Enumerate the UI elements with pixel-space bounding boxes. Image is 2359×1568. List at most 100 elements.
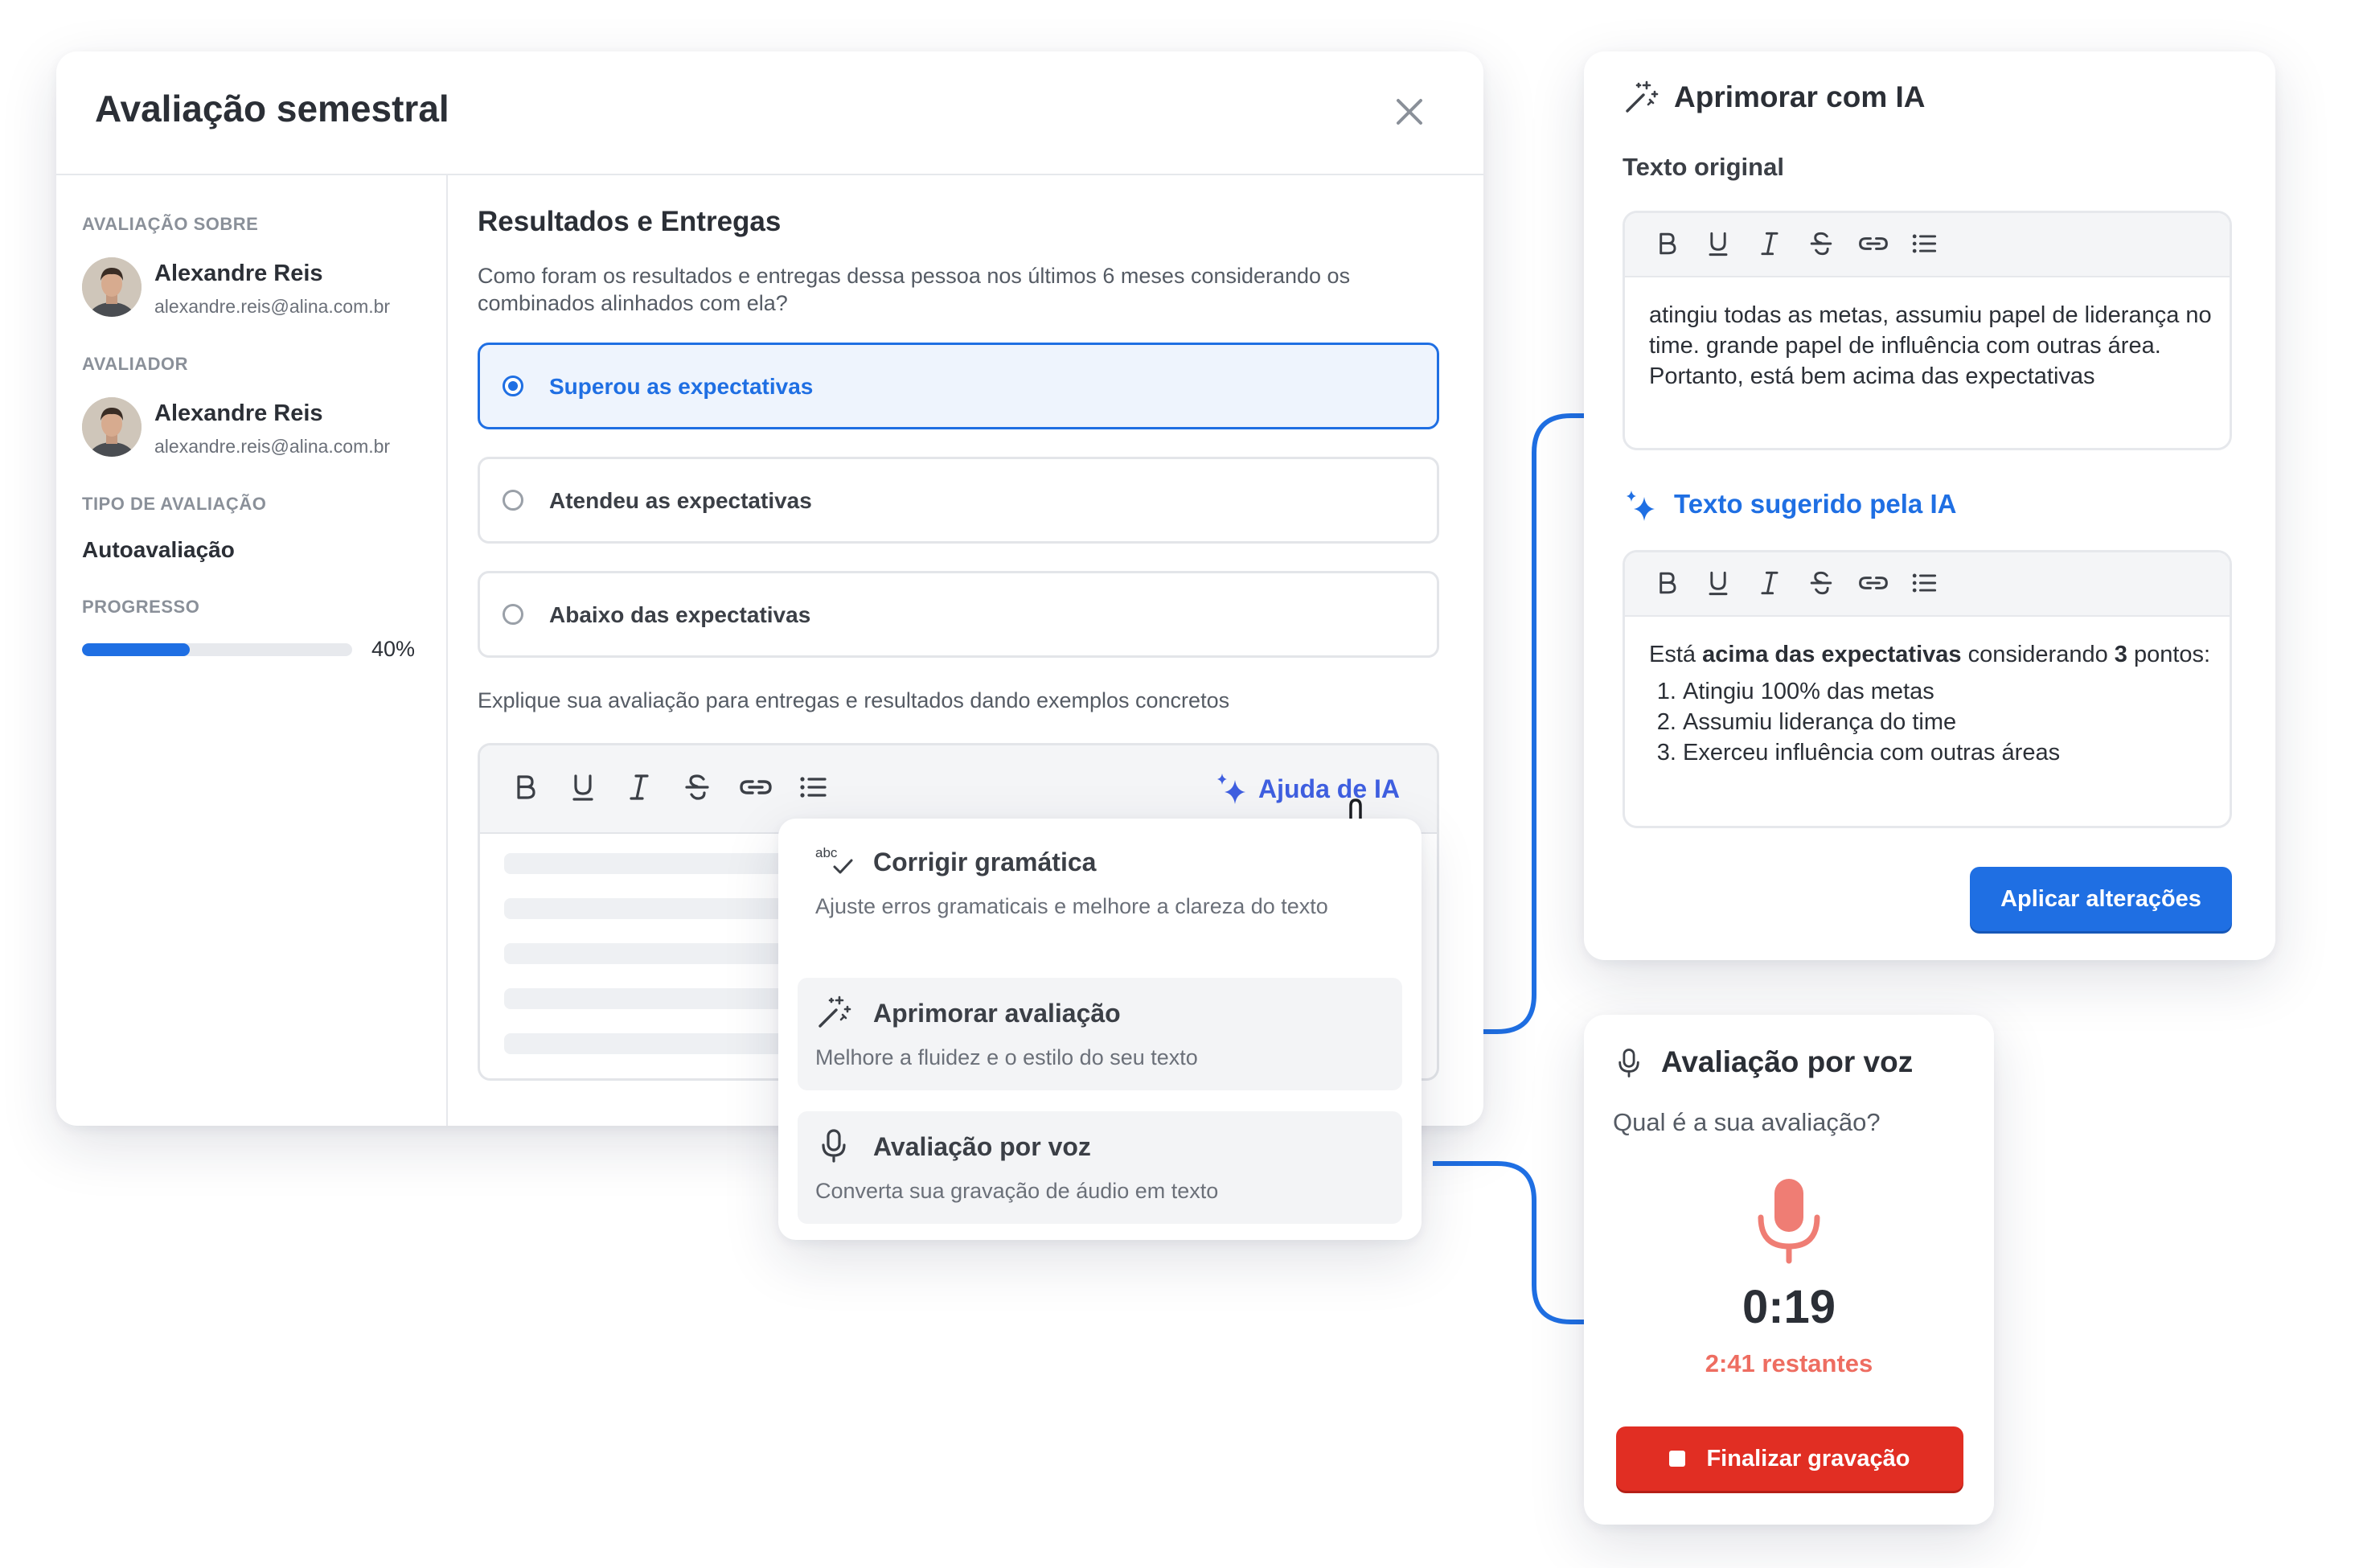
link-icon[interactable] — [1855, 228, 1892, 260]
bold-icon[interactable] — [1651, 228, 1683, 260]
suggested-text: Está acima das expectativas considerando… — [1649, 639, 2212, 768]
suggested-text-editor[interactable]: Está acima das expectativas considerando… — [1623, 550, 2232, 828]
magic-wand-icon — [815, 994, 852, 1031]
ai-improve-card: Aprimorar com IA Texto original atingiu … — [1584, 51, 2275, 960]
type-label: TIPO DE AVALIAÇÃO — [82, 494, 267, 514]
bold-icon[interactable] — [1651, 567, 1683, 599]
editor-toolbar — [1625, 213, 2230, 277]
list-item: Exerceu influência com outras áreas — [1683, 737, 2212, 768]
evaluated-email: alexandre.reis@alina.com.br — [154, 296, 391, 317]
original-text-label: Texto original — [1623, 153, 1784, 181]
skeleton-line — [504, 898, 794, 919]
option-exceeded[interactable]: Superou as expectativas — [478, 343, 1439, 429]
apply-changes-button[interactable]: Aplicar alterações — [1970, 867, 2232, 931]
stop-icon — [1669, 1451, 1686, 1467]
question-title: Resultados e Entregas — [478, 206, 782, 237]
microphone-icon — [1753, 1177, 1825, 1266]
menu-item-title: Aprimorar avaliação — [873, 999, 1121, 1028]
suggested-text-bold: acima das expectativas — [1702, 642, 1962, 667]
microphone-icon — [815, 1127, 852, 1164]
menu-item-subtitle: Converta sua gravação de áudio em texto — [815, 1179, 1219, 1203]
recording-remaining: 2:41 restantes — [1705, 1349, 1873, 1377]
evaluator-label: AVALIADOR — [82, 354, 189, 374]
menu-item-title: Avaliação por voz — [873, 1132, 1091, 1161]
option-met[interactable]: Atendeu as expectativas — [478, 457, 1439, 544]
evaluated-label: AVALIAÇÃO SOBRE — [82, 214, 259, 234]
voice-question: Qual é a sua avaliação? — [1613, 1108, 1881, 1136]
underline-icon[interactable] — [1702, 228, 1734, 260]
italic-icon[interactable] — [1754, 567, 1786, 599]
strikethrough-icon[interactable] — [1805, 567, 1837, 599]
radio-button[interactable] — [503, 490, 523, 511]
option-label: Abaixo das expectativas — [549, 602, 811, 627]
radio-button[interactable] — [503, 376, 523, 396]
menu-item-correct-grammar[interactable]: abc Corrigir gramática Ajuste erros gram… — [798, 827, 1402, 939]
suggested-text-bold: 3 — [2114, 642, 2127, 667]
option-label: Atendeu as expectativas — [549, 488, 812, 513]
skeleton-line — [504, 1033, 794, 1054]
bullet-list-icon[interactable] — [795, 770, 831, 805]
evaluator-name: Alexandre Reis — [154, 400, 323, 426]
question-description: Como foram os resultados e entregas dess… — [478, 264, 1351, 315]
original-text-editor[interactable]: atingiu todas as metas, assumiu papel de… — [1623, 211, 2232, 450]
underline-icon[interactable] — [1702, 567, 1734, 599]
evaluated-name: Alexandre Reis — [154, 261, 323, 286]
skeleton-line — [504, 853, 794, 874]
header-divider — [56, 174, 1483, 175]
ai-help-menu: abc Corrigir gramática Ajuste erros gram… — [778, 819, 1422, 1240]
editor-toolbar — [1625, 552, 2230, 617]
modal-title: Avaliação semestral — [95, 88, 449, 129]
original-text: atingiu todas as metas, assumiu papel de… — [1649, 302, 2212, 389]
italic-icon[interactable] — [1754, 228, 1786, 260]
link-icon[interactable] — [736, 770, 776, 805]
menu-item-voice-evaluation[interactable]: Avaliação por voz Converta sua gravação … — [798, 1111, 1402, 1224]
stop-recording-button[interactable]: Finalizar gravação — [1616, 1426, 1963, 1491]
progress-bar — [82, 643, 352, 656]
sidebar-divider — [446, 174, 448, 1126]
recording-timer: 0:19 — [1742, 1281, 1836, 1333]
suggested-text-part: pontos: — [2127, 642, 2211, 667]
progress-percent: 40% — [371, 637, 416, 661]
suggested-text-part: considerando — [1961, 642, 2115, 667]
stop-recording-label: Finalizar gravação — [1706, 1445, 1910, 1472]
suggested-text-label: Texto sugerido pela IA — [1674, 489, 1957, 519]
progress-fill — [82, 643, 191, 656]
sparkle-icon — [1213, 770, 1250, 807]
menu-item-improve-evaluation[interactable]: Aprimorar avaliação Melhore a fluidez e … — [798, 978, 1402, 1090]
avatar — [82, 397, 142, 457]
suggested-points-list: Atingiu 100% das metas Assumiu liderança… — [1649, 676, 2212, 768]
bullet-list-icon[interactable] — [1908, 228, 1940, 260]
radio-button[interactable] — [503, 604, 523, 625]
close-icon[interactable] — [1391, 93, 1428, 130]
voice-card-title: Avaliação por voz — [1661, 1045, 1914, 1078]
sparkle-icon — [1623, 487, 1660, 524]
list-item: Assumiu liderança do time — [1683, 707, 2212, 737]
underline-icon[interactable] — [565, 770, 601, 805]
menu-item-title: Corrigir gramática — [873, 848, 1097, 876]
type-value: Autoavaliação — [82, 537, 235, 562]
option-label: Superou as expectativas — [549, 374, 814, 399]
option-below[interactable]: Abaixo das expectativas — [478, 571, 1439, 658]
svg-text:abc: abc — [815, 845, 838, 860]
italic-icon[interactable] — [622, 770, 657, 805]
bullet-list-icon[interactable] — [1908, 567, 1940, 599]
link-icon[interactable] — [1855, 567, 1892, 599]
avatar — [82, 257, 142, 317]
explain-label: Explique sua avaliação para entregas e r… — [478, 688, 1230, 712]
spellcheck-icon: abc — [815, 843, 853, 880]
suggested-text-part: Está — [1649, 642, 1703, 667]
strikethrough-icon[interactable] — [1805, 228, 1837, 260]
ai-card-title: Aprimorar com IA — [1674, 80, 1926, 113]
voice-evaluation-card: Avaliação por voz Qual é a sua avaliação… — [1584, 1015, 1994, 1525]
strikethrough-icon[interactable] — [679, 770, 715, 805]
skeleton-line — [504, 943, 794, 964]
skeleton-line — [504, 988, 794, 1009]
evaluator-email: alexandre.reis@alina.com.br — [154, 436, 391, 457]
progress-label: PROGRESSO — [82, 597, 200, 617]
bold-icon[interactable] — [507, 770, 543, 805]
list-item: Atingiu 100% das metas — [1683, 676, 2212, 707]
menu-item-subtitle: Ajuste erros gramaticais e melhore a cla… — [815, 894, 1328, 918]
microphone-icon — [1613, 1045, 1645, 1081]
magic-wand-icon — [1623, 79, 1660, 116]
menu-item-subtitle: Melhore a fluidez e o estilo do seu text… — [815, 1045, 1198, 1069]
